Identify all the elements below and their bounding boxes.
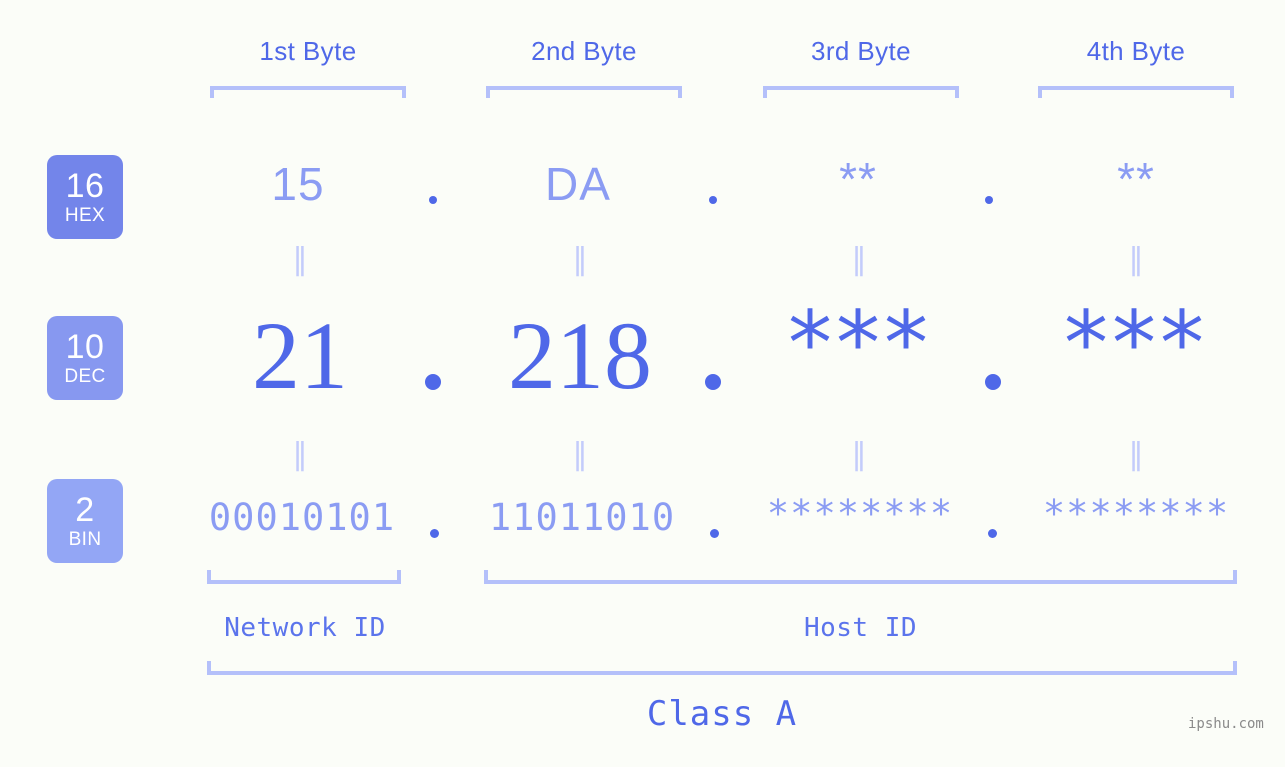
- class-label: Class A: [646, 694, 798, 734]
- hex-dot-1: [429, 196, 437, 204]
- equals-mark-dec-bin-1: ‖: [292, 437, 308, 472]
- bin-dot-1: [430, 529, 439, 538]
- bin-byte-2: 11011010: [488, 496, 676, 539]
- host-id-bracket: [484, 570, 1237, 584]
- dec-byte-1: 21: [252, 302, 348, 409]
- bin-byte-1: 00010101: [208, 496, 396, 539]
- byte-bracket-top-1: [210, 86, 406, 98]
- ip-address-breakdown-diagram: 1st Byte 2nd Byte 3rd Byte 4th Byte 16 H…: [0, 0, 1285, 767]
- equals-mark-dec-bin-4: ‖: [1128, 437, 1144, 472]
- dec-byte-4: ***: [1064, 292, 1208, 395]
- dec-dot-1: [425, 374, 441, 390]
- dec-dot-3: [985, 374, 1001, 390]
- network-id-bracket: [207, 570, 401, 584]
- byte-bracket-top-3: [763, 86, 959, 98]
- base-badge-dec: 10 DEC: [47, 316, 123, 400]
- base-badge-bin-label: BIN: [68, 529, 102, 550]
- base-badge-bin-number: 2: [75, 491, 95, 529]
- dec-byte-3: ***: [788, 292, 932, 395]
- equals-mark-hex-dec-1: ‖: [292, 242, 308, 277]
- hex-dot-3: [985, 196, 993, 204]
- watermark: ipshu.com: [1188, 716, 1264, 732]
- host-id-label: Host ID: [803, 613, 918, 643]
- bin-dot-2: [710, 529, 719, 538]
- hex-byte-4: **: [1117, 153, 1155, 205]
- base-badge-hex-label: HEX: [64, 205, 106, 226]
- equals-mark-dec-bin-3: ‖: [851, 437, 867, 472]
- hex-byte-1: 15: [271, 158, 325, 210]
- byte-header-4: 4th Byte: [1086, 36, 1186, 66]
- byte-bracket-top-2: [486, 86, 682, 98]
- byte-header-3: 3rd Byte: [810, 36, 912, 66]
- base-badge-hex-number: 16: [65, 167, 105, 205]
- bin-dot-3: [988, 529, 997, 538]
- base-badge-bin: 2 BIN: [47, 479, 123, 563]
- hex-byte-3: **: [839, 153, 877, 205]
- network-id-label: Network ID: [224, 613, 386, 643]
- equals-mark-hex-dec-2: ‖: [572, 242, 588, 277]
- byte-header-1: 1st Byte: [259, 36, 357, 66]
- byte-bracket-top-4: [1038, 86, 1234, 98]
- bin-byte-3: ********: [766, 492, 954, 535]
- equals-mark-dec-bin-2: ‖: [572, 437, 588, 472]
- base-badge-dec-number: 10: [65, 328, 105, 366]
- equals-mark-hex-dec-3: ‖: [851, 242, 867, 277]
- hex-byte-2: DA: [545, 158, 611, 210]
- base-badge-hex: 16 HEX: [47, 155, 123, 239]
- equals-mark-hex-dec-4: ‖: [1128, 242, 1144, 277]
- base-badge-dec-label: DEC: [64, 366, 106, 387]
- bin-byte-4: ********: [1042, 492, 1230, 535]
- dec-dot-2: [705, 374, 721, 390]
- class-bracket: [207, 661, 1237, 675]
- hex-dot-2: [709, 196, 717, 204]
- dec-byte-2: 218: [508, 302, 652, 409]
- byte-header-2: 2nd Byte: [531, 36, 637, 66]
